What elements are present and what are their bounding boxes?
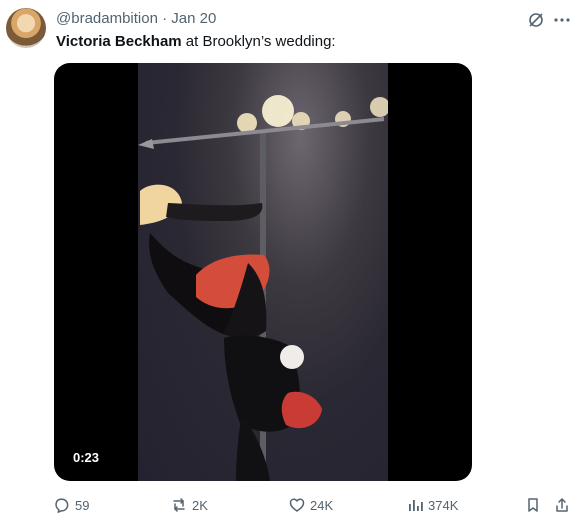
user-handle[interactable]: @bradambition (56, 10, 158, 27)
tweet-text: Victoria Beckham at Brooklyn’s wedding: (56, 33, 336, 51)
reply-count: 59 (75, 497, 90, 513)
tweet-date[interactable]: Jan 20 (171, 10, 216, 27)
video-still (138, 95, 388, 481)
share-button[interactable] (553, 493, 571, 517)
bookmark-icon (524, 496, 542, 514)
share-icon (553, 496, 571, 514)
bookmark-button[interactable] (524, 493, 542, 517)
like-icon (288, 496, 306, 514)
author-name[interactable]: Victoria Beckham (56, 33, 182, 50)
views-icon (406, 496, 424, 514)
repost-count: 2K (192, 497, 208, 513)
tweet-actions: 59 2K 24K 374K (0, 493, 583, 517)
reply-icon (53, 496, 71, 514)
video-player[interactable]: 0:23 (54, 63, 472, 481)
views-count: 374K (428, 497, 459, 513)
tweet-body: at Brooklyn’s wedding: (181, 33, 336, 50)
reply-button[interactable]: 59 (53, 493, 89, 517)
header-separator: · (162, 10, 168, 27)
like-button[interactable]: 24K (288, 493, 333, 517)
grok-icon[interactable] (526, 10, 546, 30)
repost-icon (170, 496, 188, 514)
more-icon[interactable] (552, 10, 572, 30)
video-duration: 0:23 (67, 448, 106, 468)
avatar[interactable] (6, 8, 46, 48)
repost-button[interactable]: 2K (170, 493, 208, 517)
video-frame[interactable] (138, 63, 388, 481)
views-button[interactable]: 374K (406, 493, 458, 517)
like-count: 24K (310, 497, 334, 513)
tweet-header: @bradambition · Jan 20 (56, 10, 216, 28)
